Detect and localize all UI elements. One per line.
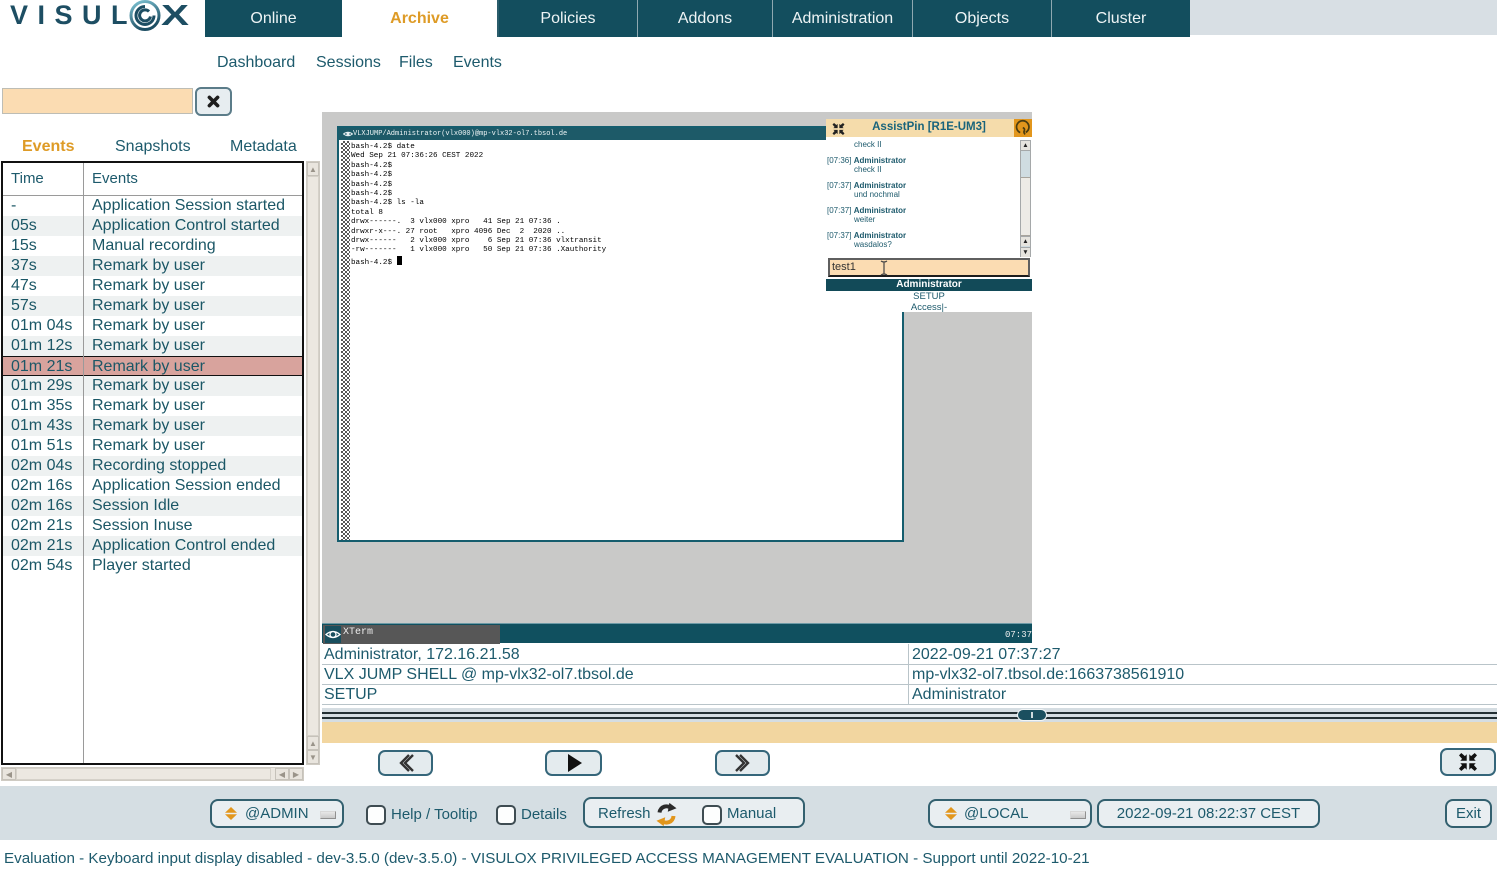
svg-text:VISUL: VISUL	[10, 0, 137, 30]
svg-text:X: X	[161, 0, 190, 32]
